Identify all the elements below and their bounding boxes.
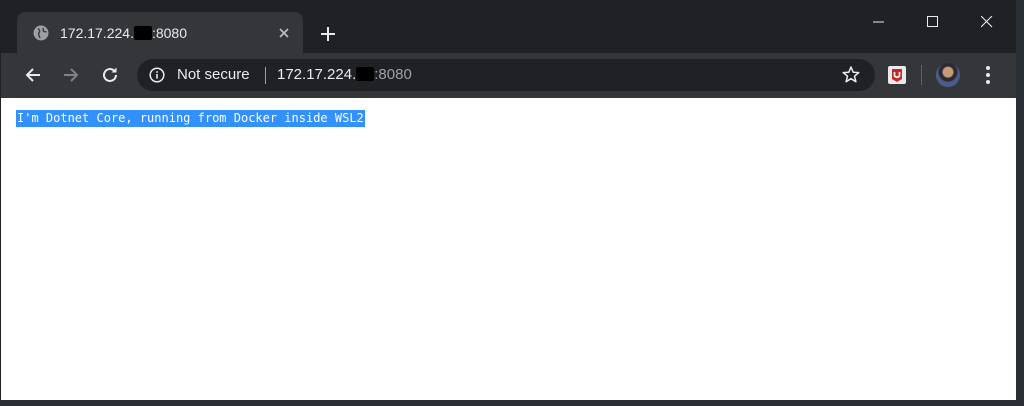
url-text[interactable]: 172.17.224. :8080: [277, 66, 412, 84]
page-content: I'm Dotnet Core, running from Docker ins…: [1, 98, 1016, 400]
tab-close-button[interactable]: [275, 24, 293, 42]
minimize-button[interactable]: [856, 9, 902, 37]
maximize-icon: [927, 16, 938, 27]
info-icon[interactable]: [149, 67, 165, 83]
redaction-box: [356, 67, 375, 81]
reload-icon: [103, 67, 117, 82]
toolbar-divider: [921, 65, 922, 85]
browser-window: 172.17.224. :8080 Not secure 172.17.224.…: [1, 1, 1016, 400]
extension-icon[interactable]: [885, 63, 909, 87]
globe-icon: [33, 25, 49, 41]
window-close-button[interactable]: [964, 9, 1010, 37]
minimize-icon: [873, 21, 884, 23]
security-label[interactable]: Not secure: [177, 66, 250, 84]
menu-dot-icon: [986, 80, 990, 84]
star-icon[interactable]: [841, 65, 861, 85]
forward-button[interactable]: [57, 61, 85, 89]
plus-icon: [321, 27, 335, 41]
arrow-left-icon: [25, 68, 40, 82]
redaction-box: [133, 26, 152, 40]
address-bar[interactable]: Not secure 172.17.224. :8080: [137, 59, 875, 91]
tab-title-host: 172.17.224.: [60, 25, 134, 41]
browser-tab[interactable]: 172.17.224. :8080: [17, 12, 303, 53]
new-tab-button[interactable]: [315, 21, 341, 47]
url-port: :8080: [374, 66, 412, 83]
url-host: 172.17.224.: [277, 66, 357, 83]
profile-avatar[interactable]: [936, 63, 960, 87]
tab-strip: 172.17.224. :8080: [1, 1, 1016, 53]
desktop-background: [0, 400, 1024, 406]
maximize-button[interactable]: [910, 9, 956, 37]
tab-title-port: :8080: [151, 25, 188, 41]
menu-dot-icon: [986, 66, 990, 70]
reload-button[interactable]: [96, 61, 124, 89]
menu-button[interactable]: [981, 64, 995, 86]
menu-dot-icon: [986, 73, 990, 77]
page-text: I'm Dotnet Core, running from Docker ins…: [16, 110, 365, 127]
browser-toolbar: Not secure 172.17.224. :8080: [1, 53, 1016, 98]
close-icon: [981, 16, 993, 28]
tab-title: 172.17.224. :8080: [60, 24, 187, 42]
omnibox-divider: [265, 67, 266, 84]
back-button[interactable]: [19, 61, 47, 89]
desktop-background: [1016, 0, 1024, 406]
arrow-right-icon: [64, 68, 79, 82]
close-icon: [279, 28, 289, 38]
